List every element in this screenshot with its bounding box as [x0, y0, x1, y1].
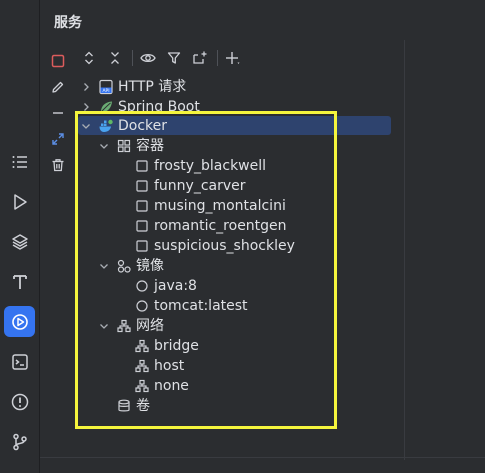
pencil-icon: [52, 81, 64, 93]
endpoints-tool-button[interactable]: [4, 266, 35, 297]
collapse-button[interactable]: [49, 104, 67, 122]
view-options-button[interactable]: [139, 49, 157, 67]
git-tool-button[interactable]: [4, 426, 35, 457]
minus-icon: [53, 112, 63, 114]
panel-title: 服务: [54, 15, 82, 31]
expand-diagonal-icon: [52, 133, 64, 145]
terminal-tool-button[interactable]: [4, 346, 35, 377]
details-divider: [404, 40, 405, 460]
tree-node-http[interactable]: API HTTP 请求: [80, 77, 186, 97]
status-divider: [40, 457, 485, 458]
t-icon: [12, 274, 27, 289]
plus-icon: [226, 52, 240, 64]
trash-icon: [52, 159, 64, 172]
problems-tool-button[interactable]: [4, 386, 35, 417]
terminal-icon: [11, 353, 28, 370]
toolbar-separator: [217, 50, 218, 66]
tree-node-label: HTTP 请求: [118, 79, 187, 95]
left-tool-strip: [0, 0, 40, 473]
expand-diagonal-button[interactable]: [49, 130, 67, 148]
collapse-all-icon: [111, 52, 119, 64]
warning-circle-icon: [11, 393, 28, 410]
eye-icon: [140, 53, 156, 63]
git-branch-icon: [12, 433, 27, 450]
highlight-annotation-box: [75, 111, 337, 429]
expand-all-icon: [85, 51, 93, 65]
add-group-icon: [193, 51, 207, 64]
stop-icon: [51, 54, 65, 68]
add-service-button[interactable]: [224, 49, 242, 67]
delete-button[interactable]: [49, 156, 67, 174]
list-icon: [12, 155, 27, 168]
run-tool-button[interactable]: [4, 186, 35, 217]
new-group-button[interactable]: [191, 49, 209, 67]
structure-tool-button[interactable]: [4, 146, 35, 177]
layers-tool-button[interactable]: [4, 226, 35, 257]
toolbar-separator: [132, 50, 133, 66]
filter-button[interactable]: [165, 49, 183, 67]
play-icon: [13, 193, 27, 210]
api-icon: API: [98, 79, 114, 95]
services-toolbar: [76, 44, 406, 72]
filter-icon: [167, 52, 181, 64]
services-icon: [11, 313, 28, 330]
collapse-all-button[interactable]: [106, 49, 124, 67]
expand-all-button[interactable]: [80, 49, 98, 67]
svg-text:API: API: [102, 88, 109, 94]
edit-button[interactable]: [49, 78, 67, 96]
chevron-right-icon[interactable]: [80, 81, 92, 93]
layers-icon: [11, 233, 28, 250]
stop-button[interactable]: [49, 52, 67, 70]
services-tool-button[interactable]: [4, 306, 35, 337]
